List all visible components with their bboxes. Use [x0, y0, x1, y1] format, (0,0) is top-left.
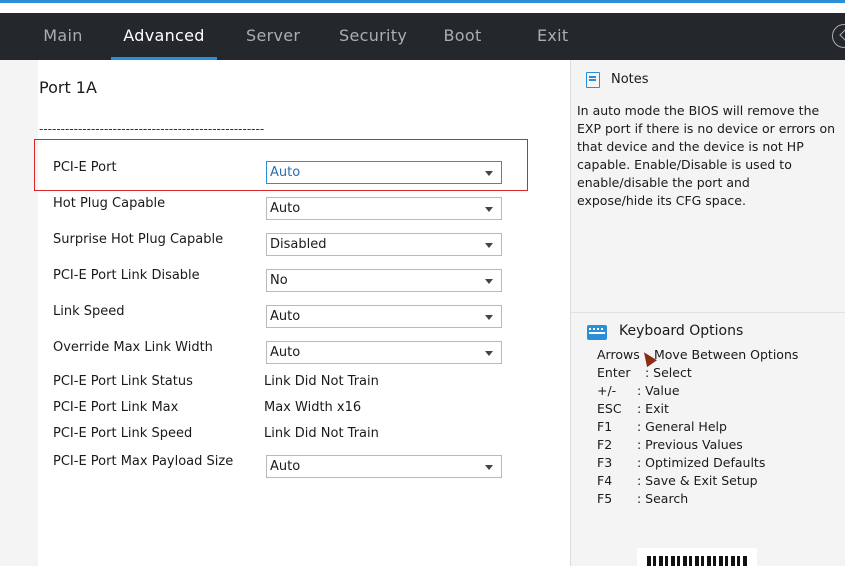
tab-server[interactable]: Server [246, 13, 300, 60]
tab-exit[interactable]: Exit [537, 13, 568, 60]
page-title: Port 1A [39, 78, 97, 97]
setting-label-override-max-link-width: Override Max Link Width [53, 340, 213, 355]
key-desc: : Previous Values [637, 437, 743, 452]
surprise-hot-plug-dropdown[interactable]: Disabled [266, 233, 502, 256]
qr-code-icon [637, 548, 757, 566]
max-payload-size-dropdown[interactable]: Auto [266, 455, 502, 478]
keyboard-hint-row: ESC : Exit [597, 401, 669, 416]
key-desc: Move Between Options [654, 347, 799, 362]
keyboard-hint-row: Enter : Select [597, 365, 692, 380]
setting-label-hot-plug-capable: Hot Plug Capable [53, 196, 166, 211]
key-name: F4 [597, 473, 613, 488]
chevron-down-icon [485, 279, 493, 284]
notes-line: EXP port if there is no device or errors… [577, 121, 836, 136]
chevron-down-icon [485, 171, 493, 176]
key-name: Enter [597, 365, 631, 380]
dropdown-value: Disabled [270, 237, 327, 252]
pcie-port-dropdown[interactable]: Auto [266, 161, 502, 184]
key-name: F3 [597, 455, 613, 470]
chevron-down-icon [485, 207, 493, 212]
dropdown-value: Auto [270, 309, 301, 324]
link-speed-dropdown[interactable]: Auto [266, 305, 502, 328]
notes-title: Notes [611, 72, 649, 87]
key-desc: : Search [637, 491, 689, 506]
setting-label-surprise-hot-plug: Surprise Hot Plug Capable [53, 232, 224, 247]
setting-label-link-status: PCI-E Port Link Status [53, 374, 193, 389]
key-desc: : Save & Exit Setup [637, 473, 758, 488]
port-link-speed-value: Link Did Not Train [264, 426, 379, 441]
tab-boot[interactable]: Boot [443, 13, 482, 60]
notes-text: In auto mode the BIOS will remove the EX… [577, 102, 839, 210]
dropdown-value: Auto [270, 345, 301, 360]
chevron-down-icon [485, 465, 493, 470]
notes-icon [586, 72, 600, 88]
dropdown-value: Auto [270, 459, 301, 474]
tab-advanced[interactable]: Advanced [111, 13, 217, 60]
keyboard-hint-row: F3 : Optimized Defaults [597, 455, 765, 470]
notes-line: that device and the device is not HP [577, 139, 804, 154]
keyboard-hint-row: F2 : Previous Values [597, 437, 743, 452]
key-name: F1 [597, 419, 613, 434]
hot-plug-capable-dropdown[interactable]: Auto [266, 197, 502, 220]
key-desc: : Exit [637, 401, 669, 416]
tab-security[interactable]: Security [339, 13, 407, 60]
notes-line: expose/hide its CFG space. [577, 193, 746, 208]
dropdown-value: Auto [270, 165, 301, 180]
setting-label-port-link-speed: PCI-E Port Link Speed [53, 426, 193, 441]
keyboard-hint-row: F5 : Search [597, 491, 688, 506]
keyboard-hint-row: +/- : Value [597, 383, 680, 398]
top-gap [0, 3, 845, 13]
key-name: +/- [597, 383, 617, 398]
link-status-value: Link Did Not Train [264, 374, 379, 389]
key-desc: : Value [637, 383, 680, 398]
tab-main[interactable]: Main [42, 13, 84, 60]
setting-label-link-max: PCI-E Port Link Max [53, 400, 179, 415]
key-name: F2 [597, 437, 613, 452]
key-desc: : General Help [637, 419, 727, 434]
setting-label-link-disable: PCI-E Port Link Disable [53, 268, 200, 283]
left-strip [0, 60, 38, 566]
link-max-value: Max Width x16 [264, 400, 362, 415]
keyboard-options-title: Keyboard Options [619, 323, 744, 339]
keyboard-hint-row: F1 : General Help [597, 419, 727, 434]
key-name: Arrows [597, 347, 640, 362]
keyboard-hint-row: Arrows Move Between Options [597, 347, 798, 362]
dropdown-value: Auto [270, 201, 301, 216]
setting-label-max-payload-size: PCI-E Port Max Payload Size [53, 454, 234, 469]
nav-bar: Main Advanced Server Security Boot Exit [0, 13, 845, 60]
key-name: F5 [597, 491, 613, 506]
setting-label-link-speed: Link Speed [53, 304, 125, 319]
setting-label-pcie-port: PCI-E Port [53, 160, 117, 175]
back-icon[interactable] [832, 24, 845, 48]
key-name: ESC [597, 401, 622, 416]
key-desc: : Optimized Defaults [637, 455, 766, 470]
chevron-down-icon [485, 351, 493, 356]
override-max-link-width-dropdown[interactable]: Auto [266, 341, 502, 364]
notes-line: In auto mode the BIOS will remove the [577, 103, 820, 118]
notes-line: enable/disable the port and [577, 175, 750, 190]
notes-line: capable. Enable/Disable is used to [577, 157, 792, 172]
chevron-down-icon [485, 315, 493, 320]
help-panel-separator [571, 312, 845, 313]
link-disable-dropdown[interactable]: No [266, 269, 502, 292]
dropdown-value: No [270, 273, 288, 288]
keyboard-hint-row: F4 : Save & Exit Setup [597, 473, 758, 488]
chevron-down-icon [485, 243, 493, 248]
separator-dashes: ----------------------------------------… [39, 122, 265, 136]
keyboard-icon [587, 325, 607, 340]
key-desc: : Select [645, 365, 692, 380]
